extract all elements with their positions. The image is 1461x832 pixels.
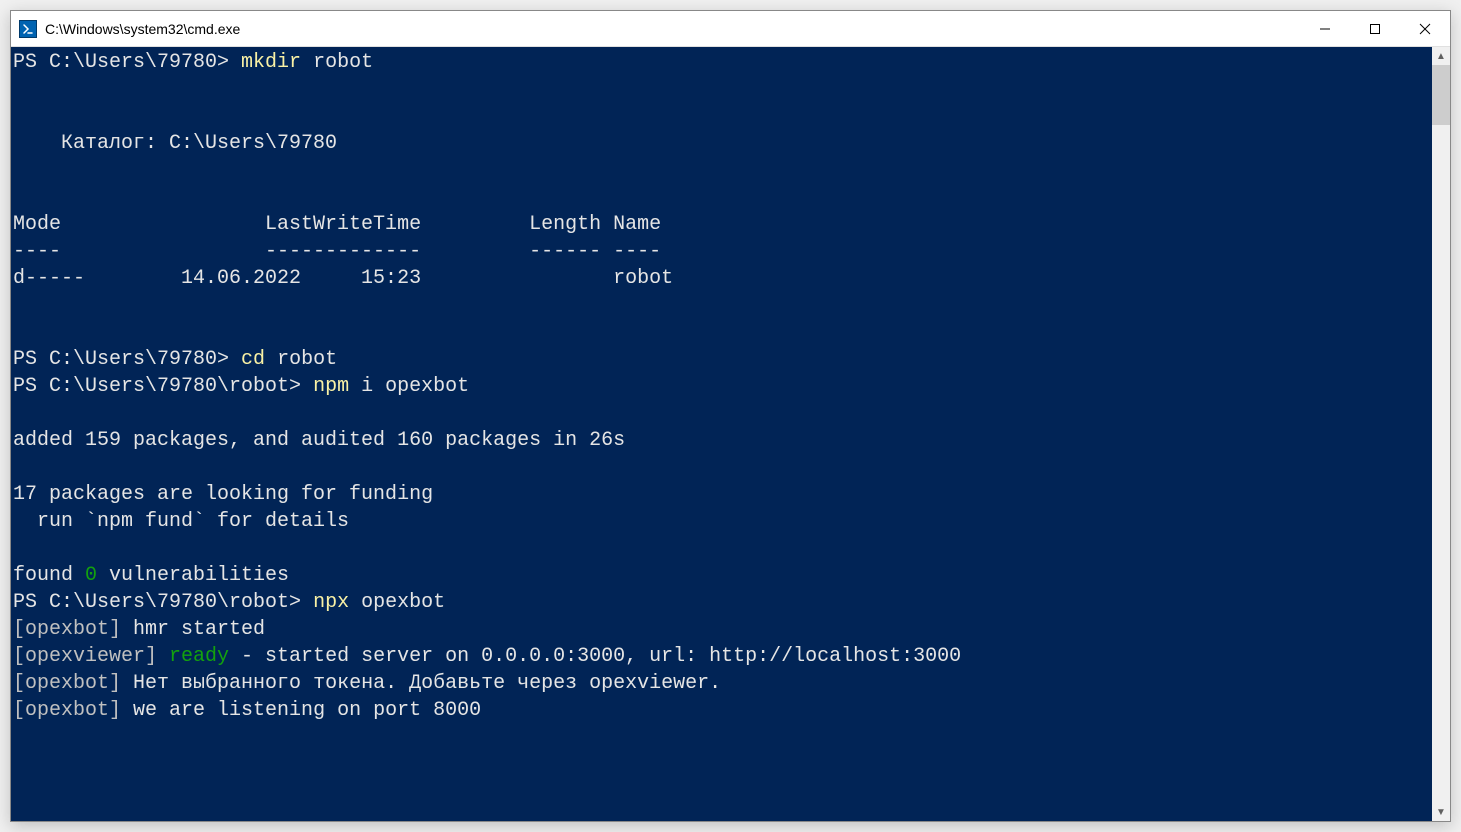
table-header: Mode LastWriteTime Length Name — [13, 213, 661, 236]
prompt: PS C:\Users\79780\robot> — [13, 375, 313, 398]
output-line: hmr started — [121, 618, 265, 641]
status-ready: ready — [157, 645, 229, 668]
command: mkdir — [241, 51, 301, 74]
close-button[interactable] — [1400, 11, 1450, 46]
scrollbar[interactable]: ▲ ▼ — [1432, 47, 1450, 821]
output-line: Каталог: C:\Users\79780 — [13, 132, 337, 155]
output-line: vulnerabilities — [97, 564, 289, 587]
command-args: robot — [265, 348, 337, 371]
maximize-button[interactable] — [1350, 11, 1400, 46]
cmd-window: C:\Windows\system32\cmd.exe PS C:\Users\… — [10, 10, 1451, 822]
titlebar[interactable]: C:\Windows\system32\cmd.exe — [11, 11, 1450, 47]
log-tag: [opexbot] — [13, 699, 121, 722]
output-line: - started server on 0.0.0.0:3000, url: h… — [229, 645, 961, 668]
powershell-icon — [19, 20, 37, 38]
output-line: we are listening on port 8000 — [121, 699, 481, 722]
prompt: PS C:\Users\79780> — [13, 348, 241, 371]
scroll-track[interactable] — [1432, 65, 1450, 803]
scroll-up-icon[interactable]: ▲ — [1432, 47, 1450, 65]
prompt: PS C:\Users\79780> — [13, 51, 241, 74]
prompt: PS C:\Users\79780\robot> — [13, 591, 313, 614]
output-line: Нет выбранного токена. Добавьте через op… — [121, 672, 721, 695]
command: cd — [241, 348, 265, 371]
scroll-down-icon[interactable]: ▼ — [1432, 803, 1450, 821]
command: npx — [313, 591, 349, 614]
terminal-area: PS C:\Users\79780> mkdir robot Каталог: … — [11, 47, 1450, 821]
output-line: run `npm fund` for details — [13, 510, 349, 533]
vuln-count: 0 — [85, 564, 97, 587]
terminal-output[interactable]: PS C:\Users\79780> mkdir robot Каталог: … — [11, 47, 1432, 821]
table-row: d----- 14.06.2022 15:23 robot — [13, 267, 673, 290]
command: npm — [313, 375, 349, 398]
minimize-button[interactable] — [1300, 11, 1350, 46]
window-controls — [1300, 11, 1450, 46]
window-title: C:\Windows\system32\cmd.exe — [45, 21, 1300, 37]
output-line: 17 packages are looking for funding — [13, 483, 433, 506]
output-line: added 159 packages, and audited 160 pack… — [13, 429, 625, 452]
log-tag: [opexviewer] — [13, 645, 157, 668]
command-args: i opexbot — [349, 375, 469, 398]
log-tag: [opexbot] — [13, 618, 121, 641]
command-args: opexbot — [349, 591, 445, 614]
output-line: found — [13, 564, 85, 587]
log-tag: [opexbot] — [13, 672, 121, 695]
table-divider: ---- ------------- ------ ---- — [13, 240, 661, 263]
scroll-thumb[interactable] — [1432, 65, 1450, 125]
command-args: robot — [301, 51, 373, 74]
